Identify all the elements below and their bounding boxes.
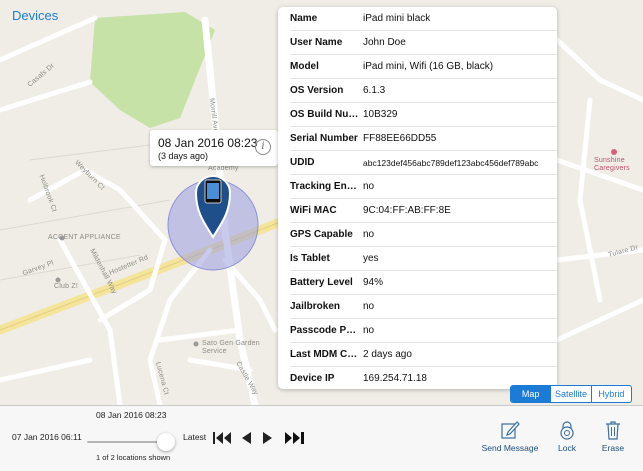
detail-label: WiFi MAC [290, 205, 337, 216]
detail-label: UDID [290, 157, 315, 168]
detail-label: Last MDM Co... [290, 349, 360, 360]
detail-row-tracking: Tracking Enab... no [278, 175, 557, 199]
map-poi-label: ACCENT APPLIANCE [48, 234, 121, 241]
map-type-satellite[interactable]: Satellite [550, 386, 590, 402]
detail-value: 2 days ago [363, 349, 412, 360]
detail-label: Serial Number [290, 133, 358, 144]
timeline-slider[interactable] [87, 433, 175, 451]
detail-value: FF88EE66DD55 [363, 133, 437, 144]
lock-icon [560, 421, 574, 440]
trash-icon [606, 421, 620, 440]
detail-label: OS Version [290, 85, 344, 96]
detail-row-udid: UDID abc123def456abc789def123abc456def789… [278, 151, 557, 175]
next-icon[interactable] [262, 429, 274, 447]
timeline-start-time: 07 Jan 2016 06:11 [12, 432, 82, 442]
detail-row-user-name: User Name John Doe [278, 31, 557, 55]
detail-row-model: Model iPad mini, Wifi (16 GB, black) [278, 55, 557, 79]
detail-value: 169.254.71.18 [363, 373, 427, 384]
detail-label: Is Tablet [290, 253, 330, 264]
skip-last-icon[interactable] [284, 429, 306, 447]
detail-value: abc123def456abc789def123abc456def789abc [363, 158, 539, 168]
detail-label: Jailbroken [290, 301, 341, 312]
detail-row-battery-level: Battery Level 94% [278, 271, 557, 295]
detail-row-last-mdm: Last MDM Co... 2 days ago [278, 343, 557, 367]
devices-back-button[interactable]: Devices [12, 8, 58, 23]
detail-row-passcode: Passcode Pre... no [278, 319, 557, 343]
detail-value: no [363, 301, 375, 312]
detail-value: yes [363, 253, 379, 264]
detail-value: no [363, 181, 375, 192]
map-type-map[interactable]: Map [511, 386, 551, 402]
timeline-current-time: 08 Jan 2016 08:23 [96, 410, 167, 420]
detail-label: Name [290, 13, 318, 24]
callout-relative-time: (3 days ago) [158, 151, 209, 161]
erase-button[interactable]: Erase [578, 420, 643, 453]
timeline-location-count: 1 of 2 locations shown [96, 453, 171, 462]
detail-row-jailbroken: Jailbroken no [278, 295, 557, 319]
detail-label: GPS Capable [290, 229, 353, 240]
detail-row-os-version: OS Version 6.1.3 [278, 79, 557, 103]
detail-label: Device IP [290, 373, 335, 384]
detail-row-is-tablet: Is Tablet yes [278, 247, 557, 271]
compose-icon [501, 421, 520, 439]
detail-value: no [363, 325, 375, 336]
map-poi-label: Club Z! [54, 283, 78, 290]
skip-first-icon[interactable] [212, 429, 232, 447]
detail-row-gps-capable: GPS Capable no [278, 223, 557, 247]
detail-value: 9C:04:FF:AB:FF:8E [363, 205, 451, 216]
detail-label: OS Build Num... [290, 109, 360, 120]
detail-label: Model [290, 61, 319, 72]
detail-row-name: Name iPad mini black [278, 7, 557, 31]
bottom-toolbar: 08 Jan 2016 08:23 07 Jan 2016 06:11 Late… [0, 405, 643, 471]
detail-label: Tracking Enab... [290, 181, 360, 192]
detail-row-serial-number: Serial Number FF88EE66DD55 [278, 127, 557, 151]
map-type-segmented-control: Map Satellite Hybrid [510, 385, 632, 403]
info-icon[interactable]: i [255, 139, 271, 155]
detail-row-os-build: OS Build Num... 10B329 [278, 103, 557, 127]
detail-label: User Name [290, 37, 343, 48]
detail-value: 10B329 [363, 109, 398, 120]
detail-label: Battery Level [290, 277, 353, 288]
timeline-latest-label: Latest [183, 432, 207, 442]
detail-value: John Doe [363, 37, 406, 48]
detail-row-wifi-mac: WiFi MAC 9C:04:FF:AB:FF:8E [278, 199, 557, 223]
map-type-hybrid[interactable]: Hybrid [590, 386, 631, 402]
detail-value: iPad mini black [363, 13, 431, 24]
timeline-slider-knob[interactable] [157, 433, 175, 451]
map-poi-label: Sunshine Caregivers [594, 157, 630, 172]
detail-label: Passcode Pre... [290, 325, 360, 336]
prev-icon[interactable] [240, 429, 252, 447]
callout-timestamp: 08 Jan 2016 08:23 [158, 136, 258, 150]
detail-value: 6.1.3 [363, 85, 386, 96]
erase-label: Erase [601, 443, 625, 453]
map-poi-label: Sato Gen Garden Service [202, 340, 260, 355]
detail-value: 94% [363, 277, 384, 288]
detail-value: no [363, 229, 375, 240]
detail-value: iPad mini, Wifi (16 GB, black) [363, 61, 494, 72]
device-details-panel: Name iPad mini black User Name John Doe Mo… [278, 7, 557, 389]
location-callout[interactable]: 08 Jan 2016 08:23 (3 days ago) i [150, 130, 278, 166]
